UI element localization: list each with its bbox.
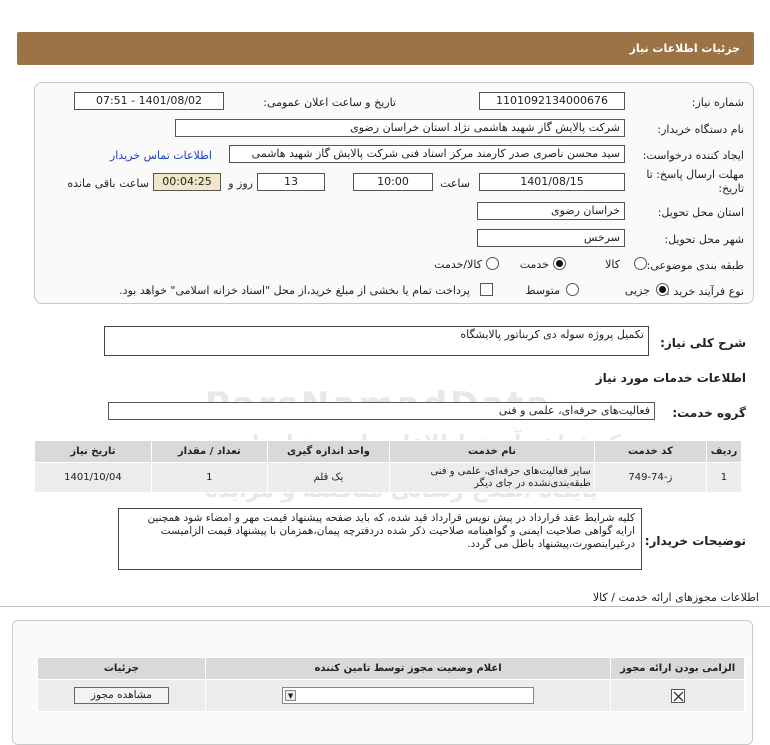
cell-service-code: ز-74-749 (593, 462, 707, 493)
license-required-cell (610, 679, 745, 712)
process-radio-medium[interactable] (566, 283, 579, 296)
cell-need-date: 1401/10/04 (34, 462, 152, 493)
need-number-field: 1101092134000676 (479, 92, 625, 110)
service-group-field: فعالیت‌های حرفه‌ای، علمی و فنی (108, 402, 655, 420)
license-status-select[interactable]: ▼ (282, 687, 535, 704)
col-unit: واحد اندازه گیری (266, 440, 391, 463)
col-license-status: اعلام وضعیت مجوز توسط تامین کننده (204, 657, 612, 680)
col-service-code: کد خدمت (593, 440, 707, 463)
creator-field: سید محسن ناصری صدر کارمند مرکز اسناد فنی… (229, 145, 625, 163)
page-title: جزئیات اطلاعات نیاز (629, 42, 741, 55)
province-field: خراسان رضوی (477, 202, 625, 220)
process-radio-partial[interactable] (656, 283, 669, 296)
services-section-title: اطلاعات خدمات مورد نیاز (595, 371, 746, 385)
dropdown-arrow-icon[interactable]: ▼ (285, 690, 297, 701)
x-mark-icon (673, 691, 684, 701)
cell-unit: یک قلم (266, 462, 391, 493)
cell-quantity: 1 (150, 462, 268, 493)
license-status-cell: ▼ (204, 679, 612, 712)
remaining-days-field: 13 (257, 173, 325, 191)
col-service-name: نام خدمت (389, 440, 595, 463)
license-details-cell: مشاهده مجوز (37, 679, 206, 712)
buyer-field: شرکت پالایش گاز شهید هاشمی نژاد استان خر… (175, 119, 625, 137)
process-label: نوع فرآیند خرید : (666, 285, 744, 298)
remaining-label: ساعت باقی مانده (67, 177, 149, 190)
deadline-date-field: 1401/08/15 (479, 173, 625, 191)
deadline-time-label: ساعت (440, 177, 470, 190)
category-radio-goods-service[interactable] (486, 257, 499, 270)
deadline-label-date: تاریخ: (718, 182, 744, 195)
licenses-title: اطلاعات مجوزهای ارائه خدمت / کالا (592, 591, 759, 604)
view-license-button[interactable]: مشاهده مجوز (73, 687, 169, 704)
process-option-partial: جزیی (624, 284, 650, 297)
deadline-time-field: 10:00 (353, 173, 433, 191)
buyer-label: نام دستگاه خریدار: (657, 123, 744, 136)
announce-field: 1401/08/02 - 07:51 (74, 92, 224, 110)
col-quantity: تعداد / مقدار (150, 440, 268, 463)
buyer-contact-link[interactable]: اطلاعات تماس خریدار (110, 149, 212, 162)
city-field: سرخس (477, 229, 625, 247)
col-need-date: تاریخ نیاز (34, 440, 152, 463)
services-table: ردیف کد خدمت نام خدمت واحد اندازه گیری ت… (34, 440, 743, 493)
summary-field: تکمیل پروژه سوله دی کربناتور پالایشگاه (104, 326, 649, 356)
need-details-page: 010101 1001 ParsNamadData مرکز فراهم آور… (0, 0, 770, 745)
section-divider (0, 606, 770, 607)
license-row: ▼ مشاهده مجوز (37, 679, 745, 712)
deadline-label: مهلت ارسال پاسخ: تا (646, 168, 744, 181)
city-label: شهر محل تحویل: (664, 233, 744, 246)
category-radio-goods[interactable] (634, 257, 647, 270)
category-option-service: خدمت (519, 258, 549, 271)
page-header: جزئیات اطلاعات نیاز (17, 32, 754, 65)
cell-row: 1 (705, 462, 743, 493)
buyer-notes-label: توضیحات خریدار: (644, 534, 746, 548)
announce-label: تاریخ و ساعت اعلان عمومی: (263, 96, 396, 109)
col-license-required: الزامی بودن ارائه مجوز (610, 657, 745, 680)
buyer-notes-text: کلیه شرایط عقد قرارداد در پیش نویس قرارد… (118, 508, 642, 570)
licenses-table-header: الزامی بودن ارائه مجوز اعلام وضعیت مجوز … (37, 657, 745, 680)
treasury-payment-checkbox[interactable] (480, 283, 493, 296)
days-label: روز و (228, 177, 253, 190)
summary-label: شرح کلی نیاز: (660, 336, 746, 350)
remaining-time-field: 00:04:25 (153, 173, 221, 191)
col-license-details: جزئیات (37, 657, 206, 680)
category-option-goods-service: کالا/خدمت (434, 258, 482, 271)
licenses-table: الزامی بودن ارائه مجوز اعلام وضعیت مجوز … (37, 657, 745, 712)
service-group-label: گروه خدمت: (672, 406, 746, 420)
process-option-medium: متوسط (525, 284, 560, 297)
services-table-header: ردیف کد خدمت نام خدمت واحد اندازه گیری ت… (34, 440, 743, 463)
table-row: 1 ز-74-749 سایر فعالیت‌های حرفه‌ای، علمی… (34, 462, 743, 493)
province-label: استان محل تحویل: (657, 206, 744, 219)
cell-service-name: سایر فعالیت‌های حرفه‌ای، علمی و فنی طبقه… (389, 462, 595, 493)
category-radio-service[interactable] (553, 257, 566, 270)
category-option-goods: کالا (605, 258, 620, 271)
license-required-checkbox (670, 688, 685, 703)
col-row: ردیف (705, 440, 743, 463)
category-label: طبقه بندی موضوعی: (646, 259, 744, 272)
creator-label: ایجاد کننده درخواست: (642, 149, 744, 162)
treasury-payment-note: پرداخت تمام یا بخشی از مبلغ خرید،از محل … (119, 284, 470, 297)
need-number-label: شماره نیاز: (691, 96, 744, 109)
